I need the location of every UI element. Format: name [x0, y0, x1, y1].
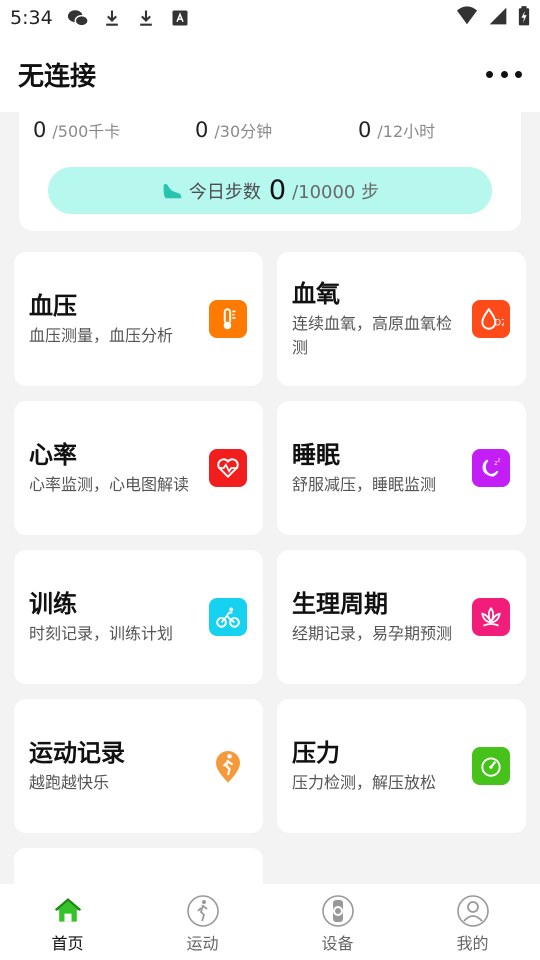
moon-icon: zz — [472, 449, 510, 487]
more-dot — [486, 70, 493, 78]
card-title: 运动记录 — [29, 739, 125, 767]
card-description: 压力检测，解压放松 — [292, 773, 437, 792]
calories-goal: /500千卡 — [52, 122, 121, 141]
wechat-icon — [67, 7, 89, 29]
signal-icon — [488, 6, 508, 31]
calories-value: 0 — [33, 118, 47, 142]
app-header: 无连接 — [0, 36, 540, 112]
minutes-stat: 0 /30分钟 — [195, 118, 272, 142]
more-dot — [515, 70, 522, 78]
card-description: 血压测量，血压分析 — [29, 326, 174, 345]
hours-stat: 0 /12小时 — [358, 118, 435, 142]
card-partial[interactable] — [14, 848, 263, 884]
card-description: 时刻记录，训练计划 — [29, 624, 174, 643]
activity-summary-card: 0 /500千卡 0 /30分钟 0 /12小时 今日步数 0 /10000 步 — [19, 110, 521, 231]
status-bar: 5:34 — [0, 0, 540, 36]
cycling-icon — [209, 598, 247, 636]
nav-label: 首页 — [51, 934, 84, 953]
minutes-value: 0 — [195, 118, 209, 142]
card-stress[interactable]: 压力 压力检测，解压放松 — [277, 699, 526, 833]
nav-profile[interactable]: 我的 — [405, 884, 540, 960]
card-title: 血压 — [29, 292, 77, 320]
svg-text:O2: O2 — [494, 319, 504, 329]
more-options-button[interactable] — [486, 59, 522, 89]
minutes-goal: /30分钟 — [214, 122, 273, 141]
card-exercise-records[interactable]: 运动记录 越跑越快乐 — [14, 699, 263, 833]
wifi-icon — [456, 5, 478, 32]
nav-device[interactable]: 设备 — [270, 884, 405, 960]
card-title: 睡眠 — [292, 441, 340, 469]
bottom-navigation: 首页 运动 设备 我的 — [0, 884, 540, 960]
battery-charging-icon — [518, 5, 530, 32]
nav-exercise[interactable]: 运动 — [135, 884, 270, 960]
nav-label: 我的 — [456, 934, 489, 953]
profile-icon — [456, 894, 490, 928]
card-sleep[interactable]: 睡眠 舒服减压，睡眠监测 zz — [277, 401, 526, 535]
today-steps-pill[interactable]: 今日步数 0 /10000 步 — [48, 167, 492, 214]
card-description: 舒服减压，睡眠监测 — [292, 475, 437, 494]
svg-text:z: z — [498, 458, 501, 464]
card-description: 经期记录，易孕期预测 — [292, 624, 453, 643]
status-time: 5:34 — [10, 7, 53, 29]
card-title: 心率 — [29, 441, 77, 469]
steps-label: 今日步数 — [188, 181, 261, 203]
app-notification-icon — [169, 7, 191, 29]
nav-label: 运动 — [186, 934, 219, 953]
thermometer-icon — [209, 300, 247, 338]
heart-rate-icon — [209, 449, 247, 487]
card-title: 血氧 — [292, 280, 340, 308]
steps-count: 0 — [268, 175, 287, 206]
watch-icon — [321, 894, 355, 928]
nav-label: 设备 — [321, 934, 354, 953]
card-heart-rate[interactable]: 心率 心率监测，心电图解读 — [14, 401, 263, 535]
card-description: 心率监测，心电图解读 — [29, 475, 190, 494]
calories-stat: 0 /500千卡 — [33, 118, 120, 142]
home-icon — [51, 894, 85, 928]
card-title: 压力 — [292, 739, 340, 767]
exercise-icon — [186, 894, 220, 928]
download-icon — [135, 7, 157, 29]
lotus-icon — [472, 598, 510, 636]
card-blood-oxygen[interactable]: 血氧 连续血氧，高原血氧检测 O2 — [277, 252, 526, 386]
card-title: 生理周期 — [292, 590, 388, 618]
steps-goal: /10000 步 — [292, 181, 380, 203]
runner-pin-icon — [209, 747, 247, 785]
page-title: 无连接 — [18, 61, 97, 92]
card-description: 连续血氧，高原血氧检测 — [292, 314, 453, 357]
card-menstrual-cycle[interactable]: 生理周期 经期记录，易孕期预测 — [277, 550, 526, 684]
hours-value: 0 — [358, 118, 372, 142]
gauge-icon — [472, 747, 510, 785]
hours-goal: /12小时 — [377, 122, 436, 141]
nav-home[interactable]: 首页 — [0, 884, 135, 960]
oxygen-drop-icon: O2 — [472, 300, 510, 338]
card-blood-pressure[interactable]: 血压 血压测量，血压分析 — [14, 252, 263, 386]
card-training[interactable]: 训练 时刻记录，训练计划 — [14, 550, 263, 684]
card-title: 训练 — [29, 590, 77, 618]
more-dot — [500, 70, 508, 78]
card-description: 越跑越快乐 — [29, 773, 110, 792]
download-icon — [101, 7, 123, 29]
shoe-icon — [161, 181, 183, 201]
